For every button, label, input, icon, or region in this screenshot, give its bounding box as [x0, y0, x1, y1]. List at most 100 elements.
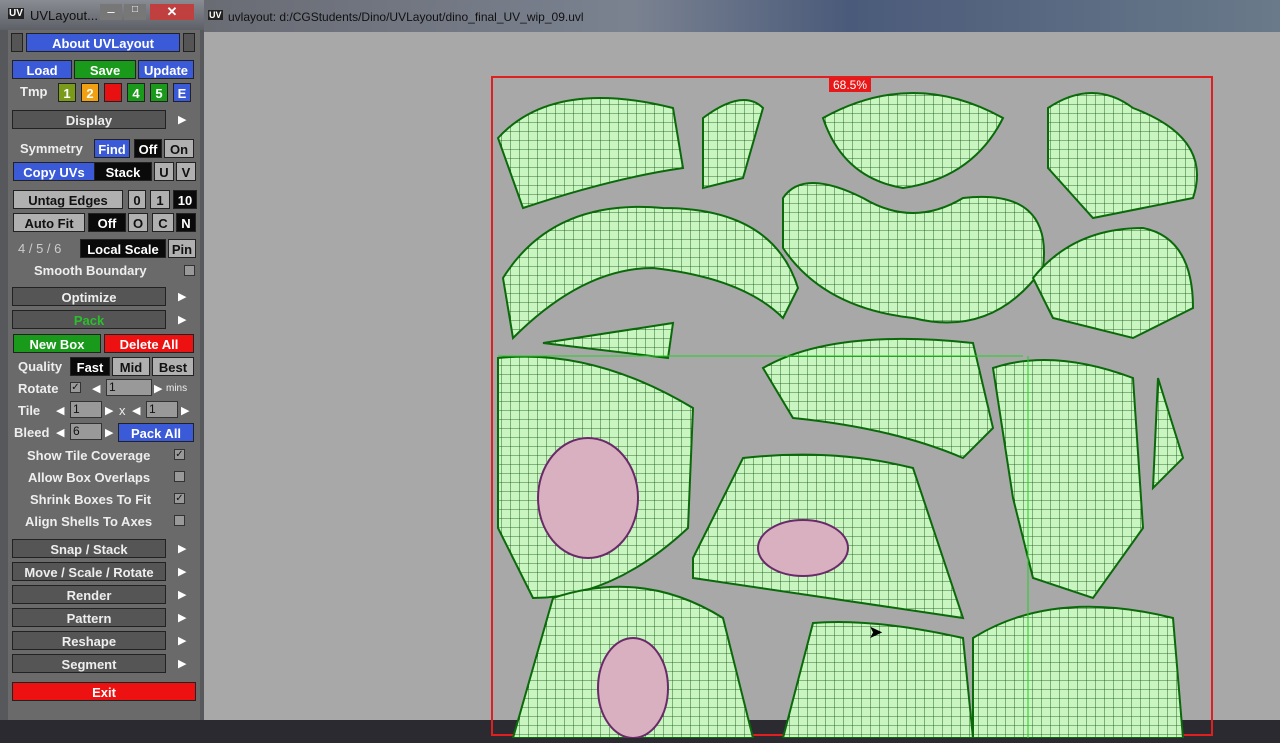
- window-title: UVLayout...: [30, 8, 98, 23]
- tile-y-input[interactable]: 1: [146, 401, 178, 418]
- tmp-slot-1[interactable]: 1: [58, 83, 76, 102]
- uv-shell: [542, 321, 675, 360]
- editor-title: uvlayout: d:/CGStudents/Dino/UVLayout/di…: [228, 10, 584, 24]
- rotate-checkbox[interactable]: ✓: [70, 382, 81, 393]
- stack-button[interactable]: Stack: [94, 162, 152, 181]
- decrement-arrow-icon[interactable]: ◀: [92, 382, 100, 395]
- expand-arrow-icon[interactable]: ▶: [178, 611, 186, 624]
- auto-fit-off-button[interactable]: Off: [88, 213, 126, 232]
- shrink-boxes-checkbox[interactable]: ✓: [174, 493, 185, 504]
- maximize-button[interactable]: □: [124, 4, 146, 20]
- tmp-slot-e[interactable]: E: [173, 83, 191, 102]
- snap-stack-menu-button[interactable]: Snap / Stack: [12, 539, 166, 558]
- scroll-handle-left[interactable]: [11, 33, 23, 52]
- tile-label: Tile: [18, 403, 41, 418]
- uv-logo-icon: UV: [208, 10, 223, 20]
- option-label: Shrink Boxes To Fit: [30, 492, 152, 507]
- rotate-label: Rotate: [18, 381, 59, 396]
- quality-fast-button[interactable]: Fast: [70, 357, 110, 376]
- tmp-slot-2[interactable]: 2: [81, 83, 99, 102]
- coverage-badge: 68.5%: [829, 78, 872, 92]
- symmetry-find-button[interactable]: Find: [94, 139, 130, 158]
- pin-button[interactable]: Pin: [168, 239, 196, 258]
- uv-editor-window: UV uvlayout: d:/CGStudents/Dino/UVLayout…: [204, 0, 1280, 739]
- expand-arrow-icon[interactable]: ▶: [178, 542, 186, 555]
- control-panel: About UVLayout Load Save Update Tmp 1 2 …: [8, 30, 200, 720]
- auto-fit-c-button[interactable]: C: [152, 213, 174, 232]
- save-button[interactable]: Save: [74, 60, 136, 79]
- untag-10-button[interactable]: 10: [173, 190, 197, 209]
- rotate-input[interactable]: 1: [106, 379, 152, 396]
- uv-hole: [597, 637, 669, 739]
- about-button[interactable]: About UVLayout: [26, 33, 180, 52]
- exit-button[interactable]: Exit: [12, 682, 196, 701]
- expand-arrow-icon[interactable]: ▶: [178, 588, 186, 601]
- uv-shell: [991, 359, 1145, 600]
- quality-best-button[interactable]: Best: [152, 357, 194, 376]
- increment-arrow-icon[interactable]: ▶: [105, 404, 113, 417]
- rotate-unit: mins: [166, 383, 188, 394]
- u-button[interactable]: U: [154, 162, 174, 181]
- expand-arrow-icon[interactable]: ▶: [178, 565, 186, 578]
- bleed-label: Bleed: [14, 425, 50, 440]
- symmetry-off-button[interactable]: Off: [134, 139, 162, 158]
- copy-uvs-button[interactable]: Copy UVs: [13, 162, 95, 181]
- quality-mid-button[interactable]: Mid: [112, 357, 150, 376]
- expand-arrow-icon[interactable]: ▶: [178, 290, 186, 303]
- decrement-arrow-icon[interactable]: ◀: [56, 404, 64, 417]
- tmp-slot-4[interactable]: 4: [127, 83, 145, 102]
- pack-all-button[interactable]: Pack All: [118, 423, 194, 442]
- untag-edges-button[interactable]: Untag Edges: [13, 190, 123, 209]
- uv-shells-canvas[interactable]: [493, 78, 1211, 739]
- optimize-menu-button[interactable]: Optimize: [12, 287, 166, 306]
- pack-menu-button[interactable]: Pack: [12, 310, 166, 329]
- uv-shell: [782, 182, 1045, 324]
- uv-hole: [537, 437, 639, 559]
- decrement-arrow-icon[interactable]: ◀: [56, 426, 64, 439]
- local-scale-button[interactable]: Local Scale: [80, 239, 166, 258]
- tmp-slot-3[interactable]: 3: [104, 83, 122, 102]
- display-menu-button[interactable]: Display: [12, 110, 166, 129]
- symmetry-label: Symmetry: [20, 141, 83, 156]
- move-scale-rotate-menu-button[interactable]: Move / Scale / Rotate: [12, 562, 166, 581]
- untag-0-button[interactable]: 0: [128, 190, 146, 209]
- show-tile-coverage-checkbox[interactable]: ✓: [174, 449, 185, 460]
- close-button[interactable]: ✕: [150, 4, 194, 20]
- new-box-button[interactable]: New Box: [13, 334, 101, 353]
- auto-fit-button[interactable]: Auto Fit: [13, 213, 85, 232]
- v-button[interactable]: V: [176, 162, 196, 181]
- update-button[interactable]: Update: [138, 60, 194, 79]
- symmetry-on-button[interactable]: On: [164, 139, 194, 158]
- delete-all-button[interactable]: Delete All: [104, 334, 194, 353]
- align-shells-checkbox[interactable]: [174, 515, 185, 526]
- expand-arrow-icon[interactable]: ▶: [178, 657, 186, 670]
- load-button[interactable]: Load: [12, 60, 72, 79]
- increment-arrow-icon[interactable]: ▶: [181, 404, 189, 417]
- segment-menu-button[interactable]: Segment: [12, 654, 166, 673]
- auto-fit-n-button[interactable]: N: [176, 213, 196, 232]
- render-menu-button[interactable]: Render: [12, 585, 166, 604]
- option-label: Align Shells To Axes: [25, 514, 153, 529]
- allow-box-overlaps-checkbox[interactable]: [174, 471, 185, 482]
- bleed-input[interactable]: 6: [70, 423, 102, 440]
- smooth-boundary-checkbox[interactable]: [184, 265, 195, 276]
- increment-arrow-icon[interactable]: ▶: [105, 426, 113, 439]
- pattern-menu-button[interactable]: Pattern: [12, 608, 166, 627]
- scroll-handle-right[interactable]: [183, 33, 195, 52]
- increment-arrow-icon[interactable]: ▶: [154, 382, 162, 395]
- minimize-button[interactable]: –: [100, 4, 122, 20]
- tmp-slot-5[interactable]: 5: [150, 83, 168, 102]
- tile-x-input[interactable]: 1: [70, 401, 102, 418]
- expand-arrow-icon[interactable]: ▶: [178, 113, 186, 126]
- uv-tile-box[interactable]: 68.5%: [491, 76, 1213, 739]
- untag-1-button[interactable]: 1: [150, 190, 170, 209]
- expand-arrow-icon[interactable]: ▶: [178, 634, 186, 647]
- decrement-arrow-icon[interactable]: ◀: [132, 404, 140, 417]
- uv-logo-icon: UV: [8, 8, 24, 19]
- expand-arrow-icon[interactable]: ▶: [178, 313, 186, 326]
- auto-fit-o-button[interactable]: O: [128, 213, 148, 232]
- reshape-menu-button[interactable]: Reshape: [12, 631, 166, 650]
- tile-separator: x: [119, 403, 126, 418]
- uv-shell: [501, 205, 800, 341]
- tmp-label: Tmp: [20, 84, 48, 99]
